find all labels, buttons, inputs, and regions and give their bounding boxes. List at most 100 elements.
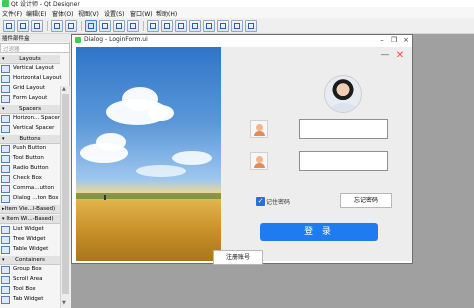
new-file-icon[interactable]	[3, 20, 15, 32]
forgot-password-button[interactable]: 忘记密码	[340, 193, 392, 208]
widget-item[interactable]: Push Button	[0, 144, 60, 154]
layout-form-icon[interactable]	[217, 20, 229, 32]
scroll-area-icon	[1, 276, 10, 284]
widget-item[interactable]: Table Widget	[0, 245, 60, 255]
check-box-icon	[1, 175, 10, 183]
paste-icon[interactable]	[65, 20, 77, 32]
register-button[interactable]: 注册账号	[213, 250, 263, 265]
open-file-icon[interactable]	[17, 20, 29, 32]
layout-vertical-icon[interactable]	[161, 20, 173, 32]
layout-split-h-icon[interactable]	[175, 20, 187, 32]
widget-item[interactable]: Scroll Area	[0, 275, 60, 285]
layout-split-v-icon[interactable]	[189, 20, 201, 32]
window-restore-button[interactable]: ❐	[389, 35, 399, 45]
widget-item[interactable]: Horizon... Spacer	[0, 114, 60, 124]
category-spacers[interactable]: ▾ Spacers	[0, 105, 60, 114]
push-button-icon	[1, 145, 10, 153]
tab-order-icon[interactable]	[127, 20, 139, 32]
widget-item-label: Tool Box	[13, 286, 36, 292]
widget-item[interactable]: Group Box	[0, 265, 60, 275]
category-label: Item Wi...-Based)	[6, 216, 54, 222]
close-icon[interactable]: ✕	[394, 50, 406, 62]
password-input[interactable]	[299, 151, 388, 171]
widget-item[interactable]: Radio Button	[0, 164, 60, 174]
widget-item-label: Radio Button	[13, 165, 49, 171]
widget-item[interactable]: List Widget	[0, 225, 60, 235]
adjust-size-icon[interactable]	[245, 20, 257, 32]
tab-widget-icon	[1, 296, 10, 304]
widget-item[interactable]: Check Box	[0, 174, 60, 184]
tree-widget-icon	[1, 236, 10, 244]
widget-item[interactable]: Tab Widget	[0, 295, 60, 305]
widget-item[interactable]: Grid Layout	[0, 84, 60, 94]
widget-item[interactable]: Comma...utton	[0, 184, 60, 194]
widget-box-panel: 插件部件盒 过滤器 ▾ Layouts Vertical Layout Hori…	[0, 34, 70, 308]
widget-item-label: Grid Layout	[13, 85, 45, 91]
group-box-icon	[1, 266, 10, 274]
widget-item[interactable]: Tree Widget	[0, 235, 60, 245]
menu-edit[interactable]: 编辑(E)	[26, 9, 46, 18]
menu-file[interactable]: 文件(F)	[2, 9, 22, 18]
login-button[interactable]: 登 录	[260, 223, 378, 241]
widget-edit-icon[interactable]	[85, 20, 97, 32]
remember-password-checkbox[interactable]: ✓	[256, 197, 265, 206]
category-item-widgets[interactable]: ▾ Item Wi...-Based)	[0, 215, 60, 224]
filter-placeholder: 过滤器	[3, 47, 20, 53]
menu-form[interactable]: 窗体(O)	[52, 9, 73, 18]
widget-item[interactable]: Vertical Layout	[0, 64, 60, 74]
category-item-views[interactable]: ▸ Item Vie...l-Based)	[0, 205, 60, 214]
window-minimize-button[interactable]: –	[377, 35, 387, 45]
widget-item-label: Check Box	[13, 175, 42, 181]
minimize-icon[interactable]: —	[379, 50, 391, 62]
landscape-image	[76, 47, 221, 261]
scroll-up-icon[interactable]: ▲	[62, 86, 66, 92]
category-containers[interactable]: ▾ Containers	[0, 256, 60, 265]
table-widget-icon	[1, 246, 10, 254]
widget-item-label: Vertical Spacer	[13, 125, 55, 131]
category-label: Spacers	[19, 106, 41, 112]
category-label: Buttons	[19, 136, 41, 142]
window-close-button[interactable]: ×	[401, 35, 411, 45]
widget-filter-input[interactable]: 过滤器	[0, 43, 70, 53]
category-label: Layouts	[19, 56, 41, 62]
buddy-icon[interactable]	[113, 20, 125, 32]
username-input[interactable]	[299, 119, 388, 139]
widget-item[interactable]: Vertical Spacer	[0, 124, 60, 134]
horizontal-spacer-icon	[1, 115, 10, 123]
break-layout-icon[interactable]	[231, 20, 243, 32]
scroll-down-icon[interactable]: ▼	[62, 300, 66, 306]
widget-item[interactable]: Horizontal Layout	[0, 74, 62, 84]
widget-item[interactable]: Form Layout	[0, 94, 60, 104]
list-widget-icon	[1, 226, 10, 234]
category-label: Item Vie...l-Based)	[4, 206, 56, 212]
scrollbar-thumb[interactable]	[62, 94, 69, 294]
category-buttons[interactable]: ▾ Buttons	[0, 135, 60, 144]
user-icon	[250, 120, 268, 138]
form-window-title-bar: Dialog - LoginForm.ui – ❐ ×	[72, 35, 412, 45]
widget-item-label: Tool Button	[13, 155, 44, 161]
widget-item[interactable]: Tool Button	[0, 154, 60, 164]
save-icon[interactable]	[31, 20, 43, 32]
qt-logo-icon	[2, 0, 9, 7]
copy-icon[interactable]	[51, 20, 63, 32]
widget-item[interactable]: Tool Box	[0, 285, 60, 295]
toolbar-separator	[81, 21, 82, 31]
widget-item[interactable]: Dialog ...ton Box	[0, 194, 60, 204]
menu-help[interactable]: 帮助(H)	[156, 9, 177, 18]
widget-box-title: 插件部件盒	[2, 36, 30, 42]
widget-item-label: Scroll Area	[13, 276, 43, 282]
layout-horizontal-icon[interactable]	[147, 20, 159, 32]
dialog-button-box-icon	[1, 195, 10, 203]
toolbar-separator	[143, 21, 144, 31]
menu-view[interactable]: 视图(V)	[78, 9, 99, 18]
menu-settings[interactable]: 设置(S)	[104, 9, 125, 18]
layout-grid-icon[interactable]	[203, 20, 215, 32]
widget-item-label: Dialog ...ton Box	[13, 195, 59, 201]
category-layouts[interactable]: ▾ Layouts	[0, 55, 60, 64]
vertical-layout-icon	[1, 65, 10, 73]
widget-box-scrollbar[interactable]: ▲ ▼	[60, 86, 70, 308]
form-editor-window: Dialog - LoginForm.ui – ❐ × — ✕ ✓ 记住密码 忘…	[71, 34, 413, 265]
widget-item-label: Comma...utton	[13, 185, 55, 191]
menu-window[interactable]: 窗口(W)	[130, 9, 153, 18]
signal-slot-icon[interactable]	[99, 20, 111, 32]
